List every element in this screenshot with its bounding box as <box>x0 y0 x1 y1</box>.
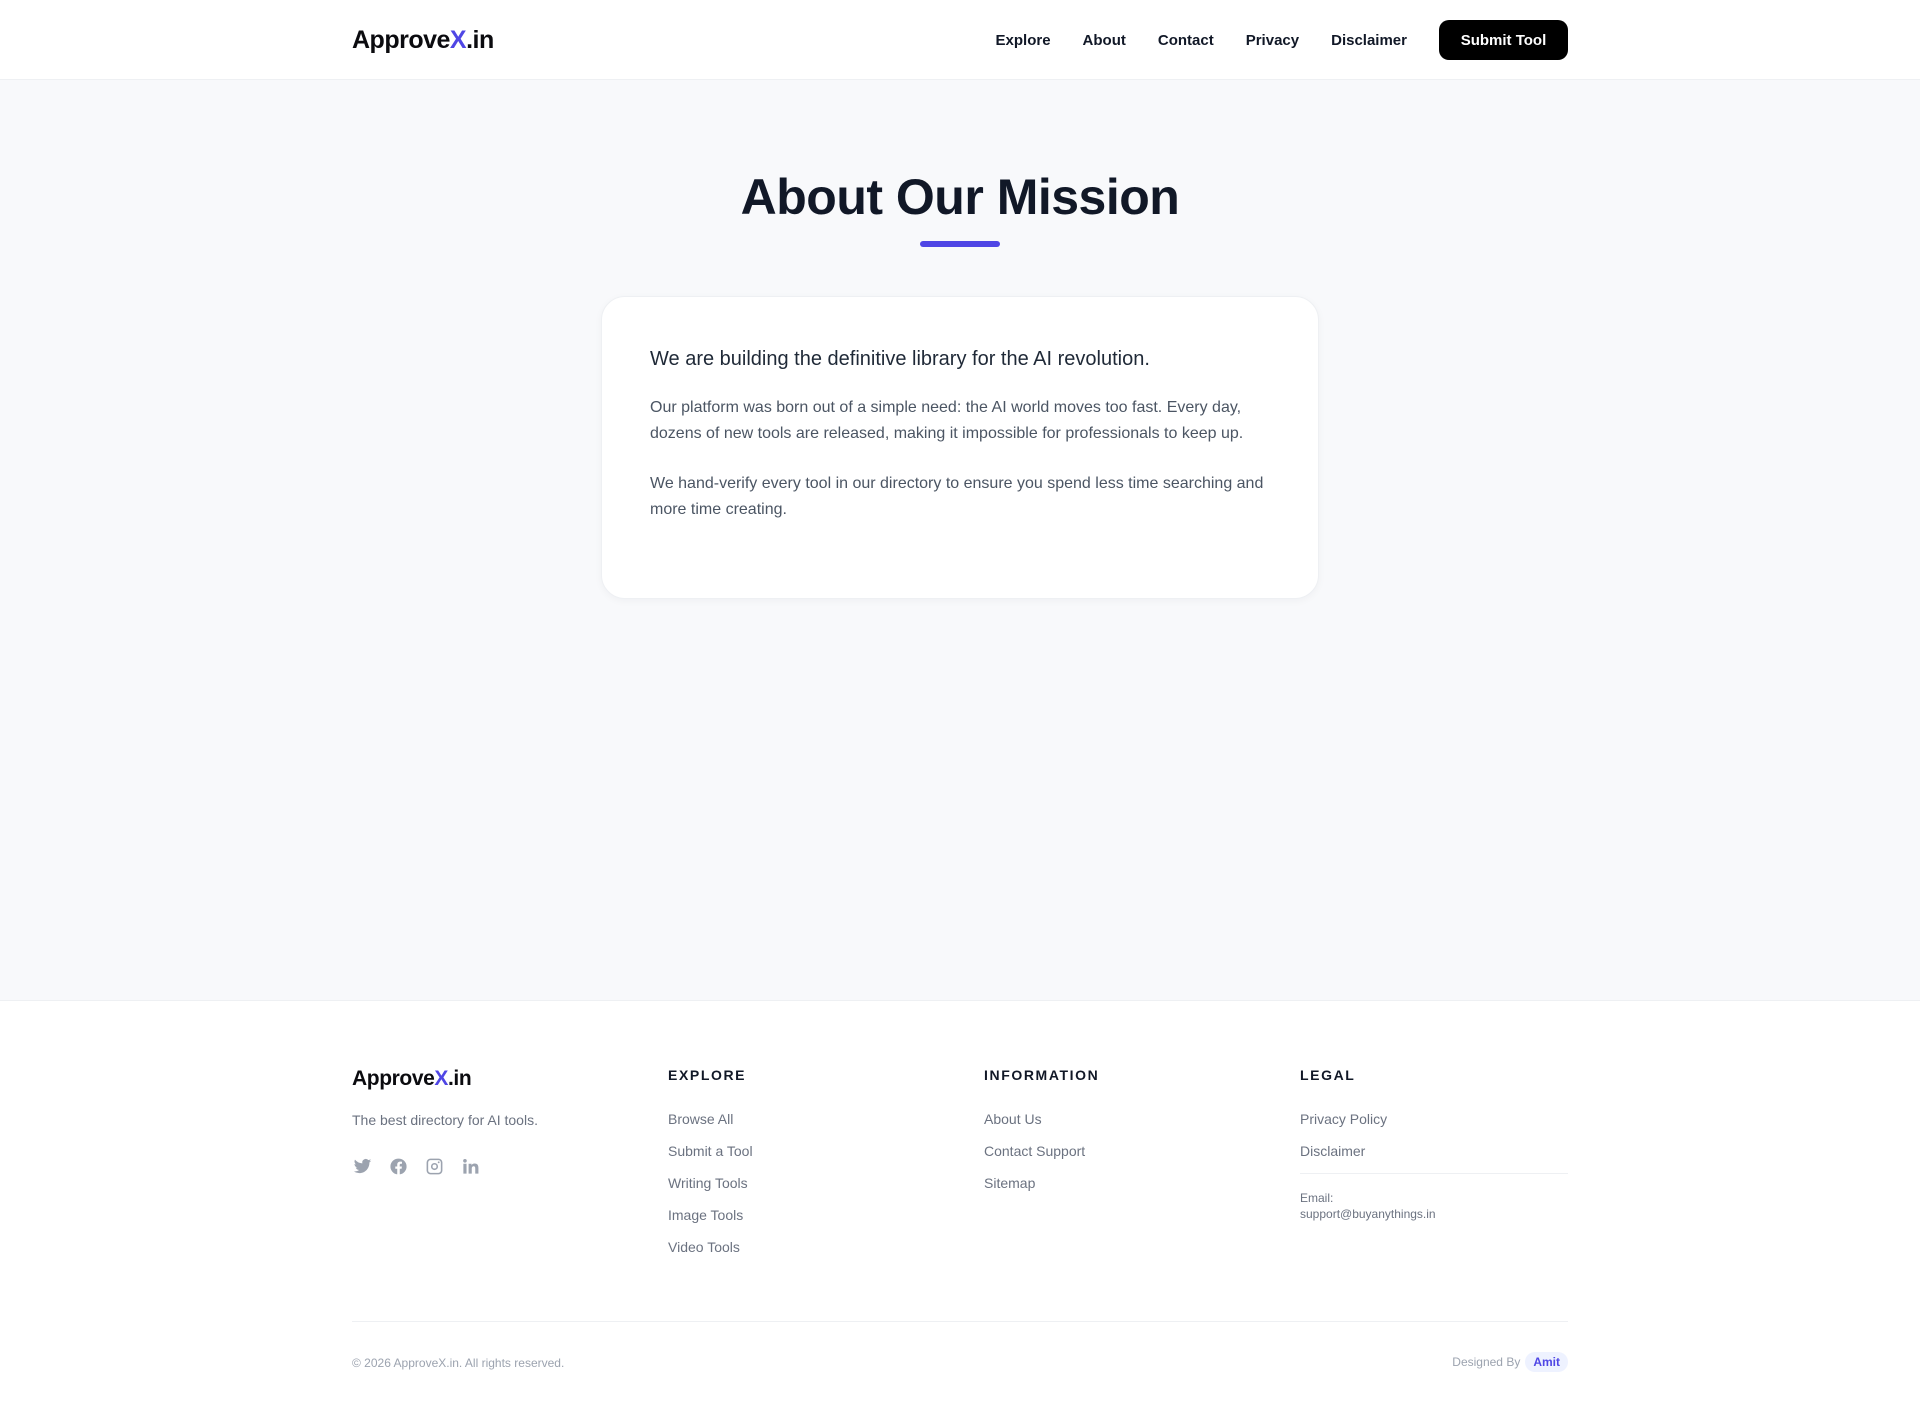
footer-logo-suffix: .in <box>448 1067 472 1090</box>
main-nav: Explore About Contact Privacy Disclaimer… <box>964 20 1568 60</box>
designer-badge[interactable]: Amit <box>1525 1352 1568 1372</box>
footer-legal-links: Privacy Policy Disclaimer <box>1300 1109 1387 1173</box>
footer-link-sitemap[interactable]: Sitemap <box>984 1173 1085 1205</box>
mission-lead: We are building the definitive library f… <box>650 348 1150 370</box>
site-header: Approve X .in Explore About Contact Privac… <box>0 0 1920 80</box>
nav-about-link[interactable]: About <box>1083 32 1126 49</box>
footer-logo-accent: X <box>434 1067 448 1090</box>
mission-card: We are building the definitive library f… <box>601 296 1319 599</box>
footer-explore-heading: EXPLORE <box>668 1067 747 1083</box>
social-links <box>352 1156 496 1176</box>
footer-link-writing-tools[interactable]: Writing Tools <box>668 1173 753 1205</box>
site-footer: Approve X .in The best directory for AI to… <box>0 1000 1920 1406</box>
footer-link-disclaimer[interactable]: Disclaimer <box>1300 1141 1387 1173</box>
designed-by: Designed By Amit <box>1452 1352 1568 1372</box>
nav-disclaimer-link[interactable]: Disclaimer <box>1331 32 1407 49</box>
twitter-icon[interactable] <box>352 1156 372 1176</box>
footer-email-link[interactable]: support@buyanythings.in <box>1300 1207 1436 1221</box>
footer-link-privacy-policy[interactable]: Privacy Policy <box>1300 1109 1387 1141</box>
title-underline <box>920 241 1000 247</box>
submit-tool-button[interactable]: Submit Tool <box>1439 20 1568 60</box>
page-title: About Our Mission <box>740 169 1180 225</box>
footer-tagline: The best directory for AI tools. <box>352 1112 538 1128</box>
footer-information-heading: INFORMATION <box>984 1067 1100 1083</box>
nav-explore-link[interactable]: Explore <box>996 32 1051 49</box>
linkedin-icon[interactable] <box>460 1156 480 1176</box>
nav-privacy-link[interactable]: Privacy <box>1246 32 1299 49</box>
footer-link-contact-support[interactable]: Contact Support <box>984 1141 1085 1173</box>
footer-link-submit-tool[interactable]: Submit a Tool <box>668 1141 753 1173</box>
footer-information-links: About Us Contact Support Sitemap <box>984 1109 1085 1205</box>
footer-legal-heading: LEGAL <box>1300 1067 1356 1083</box>
footer-logo-prefix: Approve <box>352 1067 435 1090</box>
footer-bottom-divider <box>352 1321 1568 1322</box>
facebook-icon[interactable] <box>388 1156 408 1176</box>
footer-explore-links: Browse All Submit a Tool Writing Tools I… <box>668 1109 753 1269</box>
logo-text-accent: X <box>449 25 467 54</box>
mission-paragraph-2: We hand-verify every tool in our directo… <box>650 475 1264 518</box>
mission-paragraph-1: Our platform was born out of a simple ne… <box>650 399 1244 442</box>
footer-legal-divider <box>1300 1173 1568 1174</box>
footer-link-image-tools[interactable]: Image Tools <box>668 1205 753 1237</box>
footer-link-video-tools[interactable]: Video Tools <box>668 1237 753 1269</box>
logo-text-suffix: .in <box>466 25 494 54</box>
nav-contact-link[interactable]: Contact <box>1158 32 1214 49</box>
instagram-icon[interactable] <box>424 1156 444 1176</box>
site-logo[interactable]: Approve X .in <box>352 26 494 55</box>
copyright-text: © 2026 ApproveX.in. All rights reserved. <box>352 1356 565 1370</box>
footer-link-about-us[interactable]: About Us <box>984 1109 1085 1141</box>
footer-email-label: Email: <box>1300 1191 1334 1205</box>
footer-logo[interactable]: Approve X .in <box>352 1067 472 1091</box>
designed-by-label: Designed By <box>1452 1355 1521 1369</box>
footer-link-browse-all[interactable]: Browse All <box>668 1109 753 1141</box>
logo-text-prefix: Approve <box>352 25 450 54</box>
